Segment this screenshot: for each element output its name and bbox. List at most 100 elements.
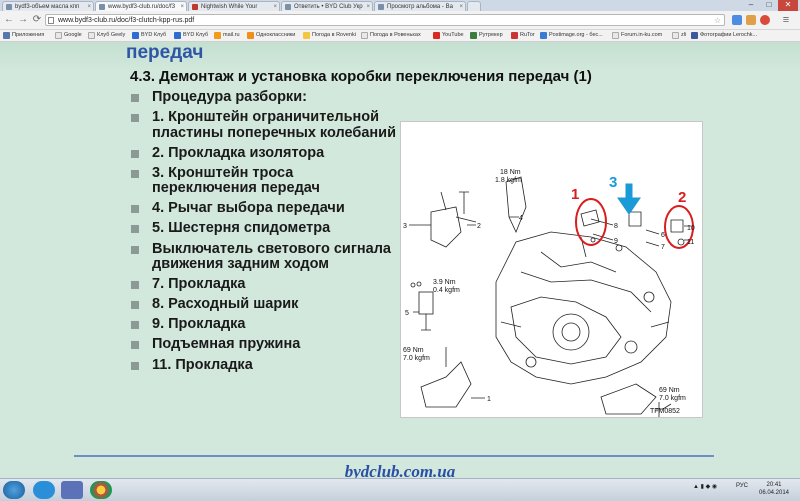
- list-item-text: 8. Расходный шарик: [152, 296, 299, 313]
- bookmark-weather-2[interactable]: Погода в Ровеньках: [361, 31, 421, 40]
- bookmark-byd-2[interactable]: BYD Клуб: [174, 31, 208, 40]
- clock[interactable]: 20:41 06.04.2014: [754, 481, 794, 497]
- tab-title: Nightwish While Your: [201, 4, 258, 10]
- skype-icon[interactable]: [33, 481, 55, 499]
- extension-icon[interactable]: [732, 15, 742, 25]
- bookmark-photos[interactable]: Фотографии Lerochk...: [691, 31, 757, 40]
- slide-divider: [74, 455, 714, 457]
- new-tab-button[interactable]: [467, 1, 481, 11]
- bookmark-label: Google: [64, 32, 82, 38]
- back-icon[interactable]: ←: [3, 14, 15, 26]
- minimize-button[interactable]: –: [742, 0, 760, 11]
- youtube-icon: [433, 32, 440, 39]
- bookmark-zli[interactable]: zlі: [672, 31, 686, 40]
- bookmark-forum[interactable]: Forum.in-ku.com: [612, 31, 662, 40]
- clock-date: 06.04.2014: [758, 490, 790, 496]
- menu-icon[interactable]: ≡: [780, 14, 792, 26]
- bookmark-apps[interactable]: Приложения: [3, 31, 44, 40]
- start-button[interactable]: [3, 481, 25, 499]
- list-item-text: 7. Прокладка: [152, 276, 246, 293]
- tab-3[interactable]: Nightwish While Your ×: [188, 1, 280, 11]
- bookmark-label: mail.ru: [223, 32, 240, 38]
- bookmark-star-icon[interactable]: ☆: [714, 15, 721, 27]
- speedometer-gear: [418, 291, 434, 315]
- list-item-text: 3. Кронштейн троса переключения передач: [152, 164, 320, 197]
- bookmark-geely[interactable]: Клуб Geely: [88, 31, 125, 40]
- bookmark-rutracker[interactable]: Рутрекер: [470, 31, 503, 40]
- red-mark-label: 1: [571, 186, 579, 203]
- ok-icon: [247, 32, 254, 39]
- close-icon[interactable]: ×: [87, 2, 91, 11]
- rutor-icon: [511, 32, 518, 39]
- left-bracket: [420, 361, 472, 408]
- bullet-icon: [131, 301, 139, 310]
- list-item: Выключатель светового сигнала движения з…: [128, 241, 398, 273]
- bookmark-google[interactable]: Google: [55, 31, 82, 40]
- callout-label: 10: [687, 225, 695, 232]
- page-icon: [99, 4, 105, 10]
- bookmark-label: Forum.in-ku.com: [621, 32, 663, 38]
- adblock-icon[interactable]: [760, 15, 770, 25]
- bookmark-byd-1[interactable]: BYD Клуб: [132, 31, 166, 40]
- tab-5[interactable]: Просмотр альбома - Ва ×: [374, 1, 466, 11]
- page-icon: [612, 32, 619, 39]
- bullet-icon: [131, 321, 139, 330]
- tab-2[interactable]: www.bydf3-club.ru/doc/f3 ×: [95, 1, 187, 11]
- page-icon: [285, 4, 291, 10]
- language-indicator[interactable]: РУС: [736, 483, 748, 489]
- close-icon[interactable]: ×: [366, 2, 370, 11]
- close-icon[interactable]: ×: [459, 2, 463, 11]
- tab-title: www.bydf3-club.ru/doc/f3: [108, 4, 176, 10]
- bullet-icon: [131, 225, 139, 234]
- page-icon: [6, 4, 12, 10]
- tab-strip: bydf3-объем масла кпп × www.bydf3-club.ru…: [0, 0, 800, 11]
- address-bar[interactable]: www.bydf3-club.ru/doc/f3-clutch-kpp-rus.…: [45, 14, 725, 26]
- bullet-icon: [131, 281, 139, 290]
- list-item: 8. Расходный шарик: [128, 297, 398, 313]
- callout-label: 6: [661, 232, 665, 239]
- extension-icon[interactable]: [746, 15, 756, 25]
- torque-label: 0.4 kgfm: [433, 287, 460, 294]
- page-icon: [672, 32, 679, 39]
- bookmark-weather-1[interactable]: Погода в Rovenki: [303, 31, 356, 40]
- browser-toolbar: ← → ⟳ www.bydf3-club.ru/doc/f3-clutch-kp…: [0, 11, 800, 30]
- bookmark-youtube[interactable]: YouTube: [433, 31, 464, 40]
- bookmark-label: BYD Клуб: [141, 32, 167, 38]
- bookmark-label: Одноклассники: [256, 32, 296, 38]
- reload-icon[interactable]: ⟳: [31, 14, 43, 26]
- chrome-icon[interactable]: [90, 481, 112, 499]
- tab-1[interactable]: bydf3-объем масла кпп ×: [2, 1, 94, 11]
- close-icon[interactable]: ×: [273, 2, 277, 11]
- page-icon: [55, 32, 62, 39]
- rutracker-icon: [470, 32, 477, 39]
- bookmark-label: Postimage.org - бес...: [549, 32, 603, 38]
- parts-list: Процедура разборки: 1. Кронштейн огранич…: [128, 89, 398, 378]
- tray-icons[interactable]: ▲ ▮ ◆ ◉: [693, 483, 717, 490]
- callout-label: 11: [687, 239, 694, 246]
- transmission-drawing: 18 Nm 1.8 kgfm 3.9 Nm 0.4 kgfm 69 Nm 7.0…: [403, 169, 695, 420]
- weather-icon: [303, 32, 310, 39]
- maximize-button[interactable]: □: [760, 0, 778, 11]
- close-icon[interactable]: ×: [180, 2, 184, 11]
- list-item-text: Процедура разборки:: [152, 89, 307, 105]
- page-icon: [88, 32, 95, 39]
- close-window-button[interactable]: ✕: [778, 0, 798, 11]
- cable-bracket: [430, 206, 462, 248]
- forward-icon[interactable]: →: [17, 14, 29, 26]
- torque-label: 1.8 kgfm: [495, 177, 522, 184]
- pdf-viewer[interactable]: передач 4.3. Демонтаж и установка коробк…: [0, 42, 800, 478]
- taskbar: ▲ ▮ ◆ ◉ РУС 20:41 06.04.2014: [0, 478, 800, 501]
- list-item-text: 4. Рычаг выбора передачи: [152, 200, 345, 217]
- bookmark-mail[interactable]: mail.ru: [214, 31, 240, 40]
- callout-label: 1: [487, 396, 491, 403]
- torque-label: 69 Nm: [403, 347, 424, 354]
- bookmark-rutor[interactable]: RuTor: [511, 31, 535, 40]
- list-item: 4. Рычаг выбора передачи: [128, 201, 398, 217]
- figure-code: TFM0852: [650, 408, 680, 415]
- bookmark-postimage[interactable]: Postimage.org - бес...: [540, 31, 603, 40]
- bookmark-ok[interactable]: Одноклассники: [247, 31, 295, 40]
- slide-title-partial: передач: [126, 42, 204, 63]
- list-item-text: 2. Прокладка изолятора: [152, 144, 325, 161]
- explorer-icon[interactable]: [61, 481, 83, 499]
- tab-4[interactable]: Ответить • BYD Club Укр ×: [281, 1, 373, 11]
